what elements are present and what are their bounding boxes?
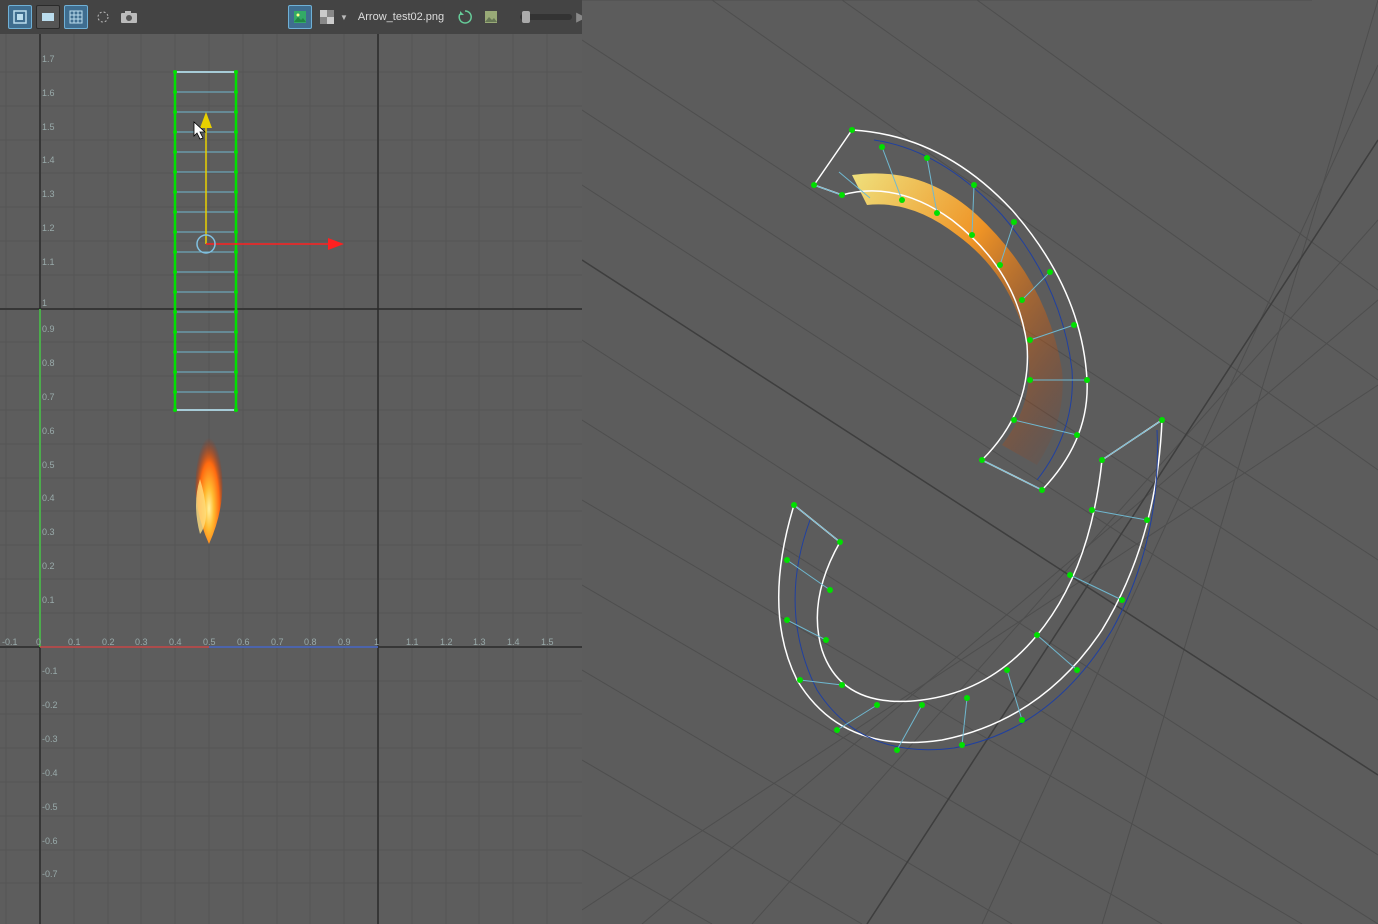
image-button[interactable]	[288, 5, 312, 29]
svg-text:-0.2: -0.2	[42, 700, 58, 710]
svg-text:1.1: 1.1	[406, 637, 419, 647]
svg-text:1: 1	[42, 298, 47, 308]
svg-text:1.5: 1.5	[42, 122, 55, 132]
svg-text:0.9: 0.9	[338, 637, 351, 647]
alpha-slider[interactable]	[520, 14, 572, 20]
svg-text:-0.6: -0.6	[42, 836, 58, 846]
snapshot-button[interactable]	[118, 6, 140, 28]
svg-text:0.4: 0.4	[169, 637, 182, 647]
refresh-image-button[interactable]	[454, 6, 476, 28]
svg-text:1.1: 1.1	[42, 257, 55, 267]
uv-editor-viewport[interactable]: -0.1 0 0.1 0.2 0.3 0.4 0.5 0.6 0.7 0.8 0…	[0, 34, 582, 924]
overlay-image-button[interactable]	[480, 6, 502, 28]
checker-button[interactable]	[316, 6, 338, 28]
svg-text:0.6: 0.6	[42, 426, 55, 436]
svg-text:0.1: 0.1	[42, 595, 55, 605]
svg-text:1.2: 1.2	[42, 223, 55, 233]
svg-text:1.5: 1.5	[541, 637, 554, 647]
3d-canvas	[582, 0, 1378, 924]
svg-text:0.6: 0.6	[237, 637, 250, 647]
svg-text:-0.1: -0.1	[42, 666, 58, 676]
display-mode-button[interactable]	[36, 5, 60, 29]
svg-text:1.7: 1.7	[42, 54, 55, 64]
svg-text:0.5: 0.5	[203, 637, 216, 647]
svg-text:0.1: 0.1	[68, 637, 81, 647]
svg-text:0.2: 0.2	[102, 637, 115, 647]
svg-text:1.6: 1.6	[42, 88, 55, 98]
svg-text:1: 1	[374, 637, 379, 647]
image-filename[interactable]: Arrow_test02.png	[358, 11, 444, 23]
svg-text:0.8: 0.8	[42, 358, 55, 368]
checker-dropdown-icon[interactable]: ▼	[340, 13, 348, 22]
svg-text:0.7: 0.7	[271, 637, 284, 647]
svg-text:0.3: 0.3	[135, 637, 148, 647]
svg-text:1.2: 1.2	[440, 637, 453, 647]
svg-text:1.3: 1.3	[473, 637, 486, 647]
uv-canvas: -0.1 0 0.1 0.2 0.3 0.4 0.5 0.6 0.7 0.8 0…	[0, 34, 582, 924]
svg-text:0.3: 0.3	[42, 527, 55, 537]
svg-text:0.5: 0.5	[42, 460, 55, 470]
svg-text:1.4: 1.4	[507, 637, 520, 647]
3d-viewport[interactable]	[582, 0, 1378, 924]
svg-text:0.9: 0.9	[42, 324, 55, 334]
svg-text:0.2: 0.2	[42, 561, 55, 571]
svg-text:-0.1: -0.1	[2, 637, 18, 647]
svg-text:0.4: 0.4	[42, 493, 55, 503]
svg-text:0.8: 0.8	[304, 637, 317, 647]
svg-text:-0.3: -0.3	[42, 734, 58, 744]
svg-text:1.4: 1.4	[42, 155, 55, 165]
svg-text:1.3: 1.3	[42, 189, 55, 199]
circle-button[interactable]	[92, 6, 114, 28]
svg-text:0: 0	[36, 637, 41, 647]
toggle-sync-button[interactable]	[8, 5, 32, 29]
grid-snap-button[interactable]	[64, 5, 88, 29]
alpha-slider-thumb[interactable]	[522, 11, 530, 23]
svg-text:-0.4: -0.4	[42, 768, 58, 778]
svg-text:0.7: 0.7	[42, 392, 55, 402]
svg-text:-0.7: -0.7	[42, 869, 58, 879]
svg-text:-0.5: -0.5	[42, 802, 58, 812]
